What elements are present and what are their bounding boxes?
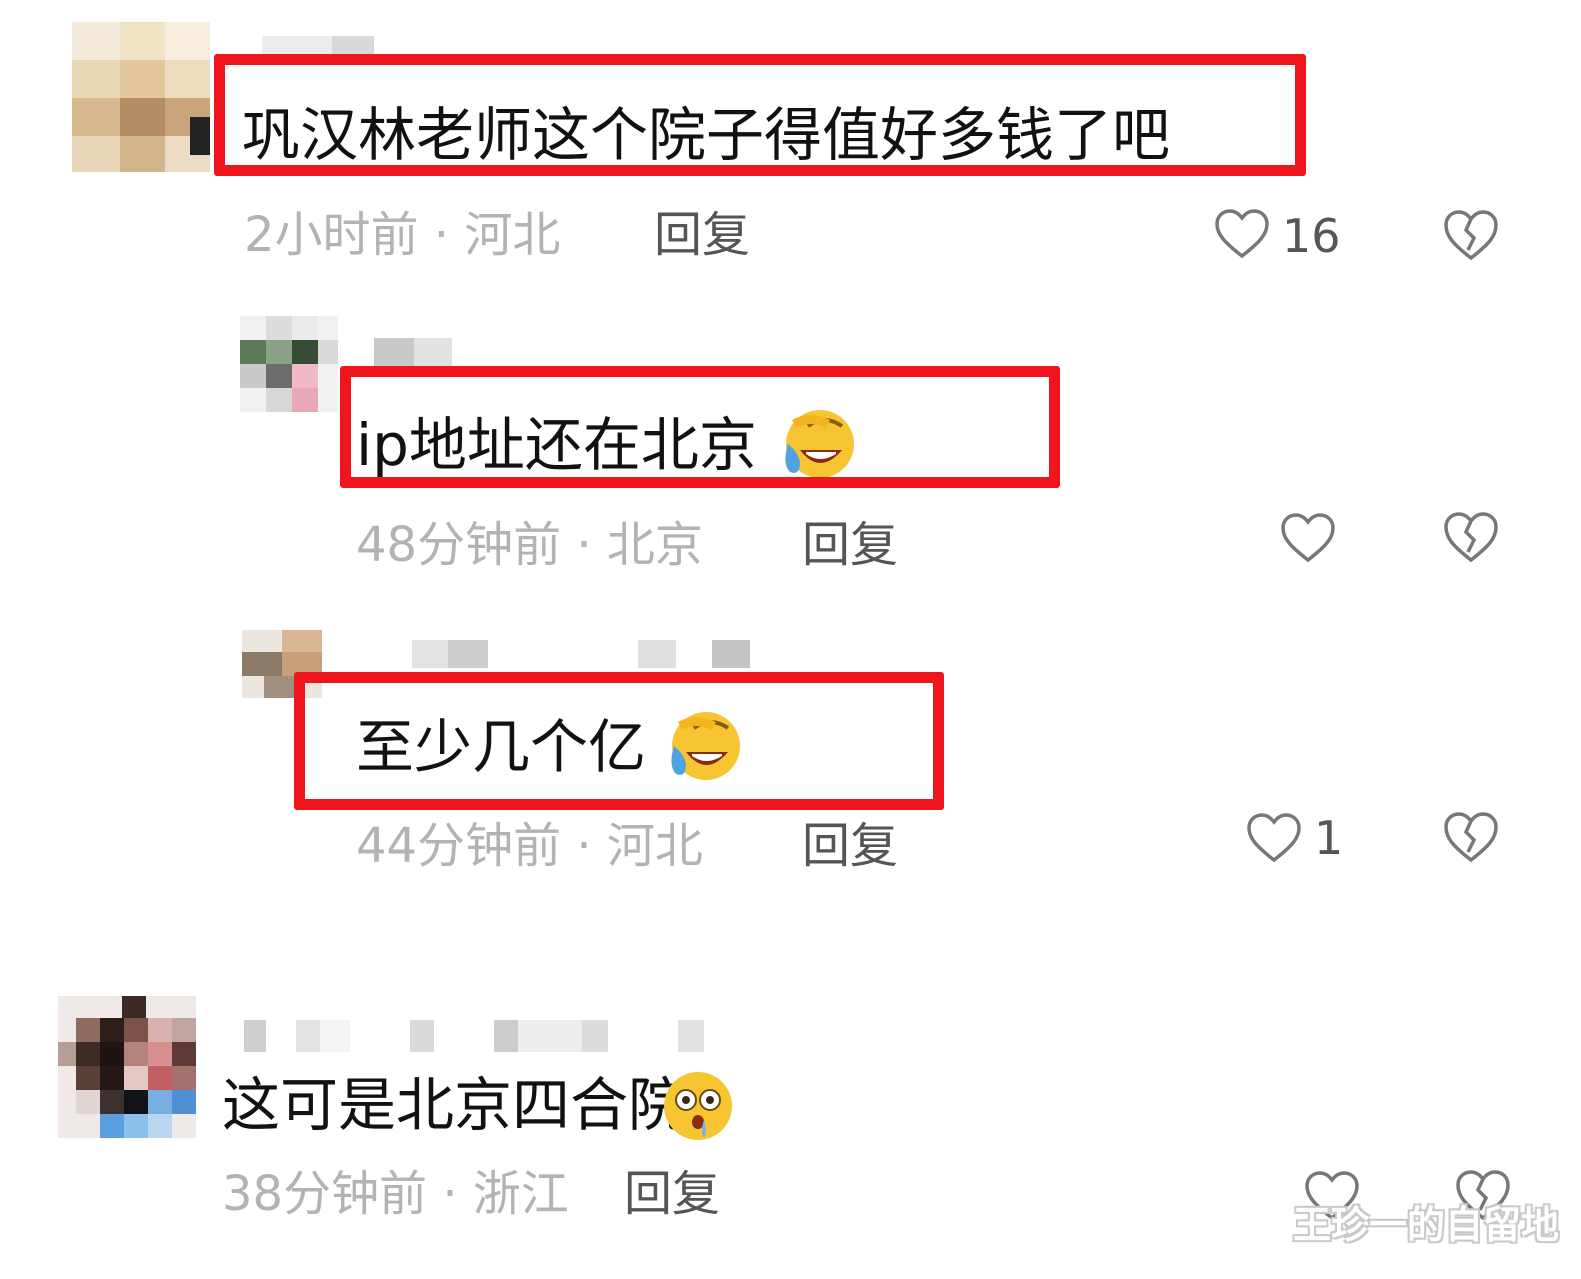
like-count: 1 — [1314, 811, 1344, 865]
avatar[interactable] — [72, 22, 210, 172]
broken-heart-icon[interactable] — [1442, 208, 1500, 262]
highlight-box — [340, 366, 1060, 488]
reply-button[interactable]: 回复 — [802, 818, 898, 874]
username-blurred[interactable] — [374, 338, 452, 366]
like-count: 16 — [1282, 209, 1341, 263]
watermark: 王珍一的自留地 — [1292, 1203, 1559, 1247]
heart-outline-icon[interactable] — [1246, 812, 1302, 864]
comment-text: 这可是北京四合院 — [222, 1071, 687, 1139]
heart-outline-icon[interactable] — [1280, 512, 1336, 564]
broken-heart-icon[interactable] — [1442, 810, 1500, 864]
highlight-box — [214, 54, 1306, 176]
comment-meta: 2小时前 · 河北 — [244, 207, 561, 263]
username-blurred[interactable] — [412, 640, 750, 668]
highlight-box — [294, 672, 944, 810]
shocked-drooling-emoji — [664, 1072, 732, 1140]
reply-button[interactable]: 回复 — [654, 207, 750, 263]
reply-button[interactable]: 回复 — [802, 517, 898, 573]
avatar[interactable] — [58, 996, 196, 1138]
reply-button[interactable]: 回复 — [624, 1166, 720, 1222]
heart-outline-icon[interactable] — [1214, 208, 1270, 260]
username-blurred[interactable] — [244, 1020, 704, 1052]
avatar[interactable] — [240, 316, 338, 412]
comment-meta: 44分钟前 · 河北 — [356, 818, 703, 874]
comment-meta: 48分钟前 · 北京 — [356, 517, 703, 573]
comment-meta: 38分钟前 · 浙江 — [222, 1166, 569, 1222]
broken-heart-icon[interactable] — [1442, 510, 1500, 564]
